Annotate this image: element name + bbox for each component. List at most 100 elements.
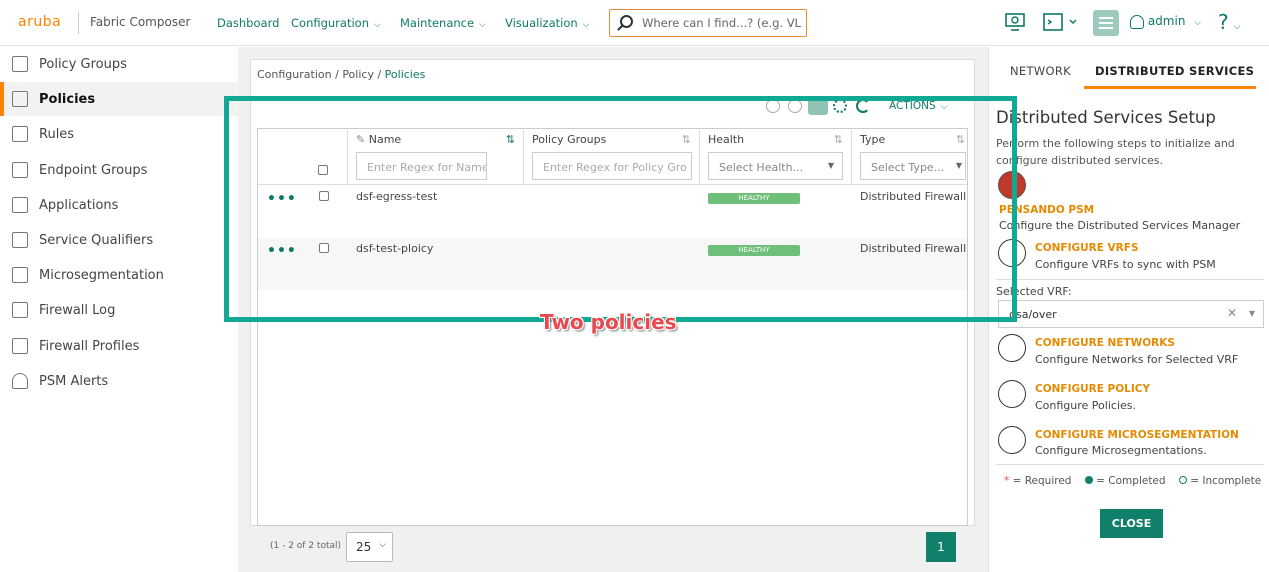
- firewall-log-icon: [12, 302, 28, 318]
- task-list-icon[interactable]: [1093, 10, 1119, 40]
- breadcrumb-policy[interactable]: Policy: [342, 68, 374, 81]
- page-size-select[interactable]: 25 ⌵: [346, 532, 393, 562]
- nav-dashboard-label: Dashboard: [217, 16, 280, 30]
- step-desc: Configure Networks for Selected VRF: [1035, 353, 1239, 366]
- user-icon: [1130, 14, 1144, 29]
- highlight-box: [224, 96, 1017, 322]
- active-tab-indicator: [1084, 86, 1256, 89]
- step-desc: Configure Policies.: [1035, 399, 1136, 412]
- status-legend: * = Required = Completed = Incomplete: [1004, 475, 1261, 487]
- legend-required: = Required: [1012, 475, 1072, 487]
- sidebar-item-label: Service Qualifiers: [39, 233, 154, 248]
- chevron-down-icon: ⌵: [379, 540, 386, 550]
- sidebar: Policy Groups Policies Rules Endpoint Gr…: [0, 47, 238, 572]
- required-marker: *: [1004, 475, 1010, 487]
- chevron-down-icon: ⌵: [1194, 18, 1202, 28]
- step-desc: Configure the Distributed Services Manag…: [999, 219, 1241, 232]
- policies-icon: [12, 91, 28, 107]
- sidebar-item-label: Firewall Profiles: [39, 339, 140, 354]
- chevron-down-icon: ⌵: [1233, 22, 1241, 32]
- nav-dashboard[interactable]: Dashboard: [217, 16, 279, 30]
- rules-icon: [12, 126, 28, 142]
- tab-network[interactable]: NETWORK: [1010, 64, 1071, 78]
- sidebar-item-psm-alerts[interactable]: PSM Alerts: [0, 364, 238, 398]
- chevron-down-icon: ⌵: [479, 20, 486, 30]
- panel-title: Distributed Services Setup: [996, 108, 1216, 127]
- chevron-down-icon: ⌵: [374, 20, 381, 30]
- microsegmentation-icon: [998, 426, 1026, 454]
- sidebar-item-endpoint-groups[interactable]: Endpoint Groups: [0, 153, 238, 187]
- policy-document-icon: [998, 380, 1026, 408]
- sidebar-item-label: Endpoint Groups: [39, 163, 148, 178]
- step-title-configure-microsegmentation[interactable]: CONFIGURE MICROSEGMENTATION: [1035, 429, 1239, 441]
- breadcrumb: Configuration / Policy / Policies: [257, 68, 425, 81]
- step-desc: Configure Microsegmentations.: [1035, 444, 1207, 457]
- search-placeholder: Where can I find...? (e.g. VL: [642, 16, 801, 30]
- pagination-summary: (1 - 2 of 2 total): [270, 541, 342, 551]
- nav-maintenance[interactable]: Maintenance ⌵: [400, 16, 486, 30]
- divider: [78, 12, 79, 34]
- sidebar-item-policies[interactable]: Policies: [0, 82, 238, 116]
- tab-distributed-services[interactable]: DISTRIBUTED SERVICES: [1095, 64, 1254, 78]
- page-button[interactable]: 1: [926, 532, 956, 562]
- sidebar-item-label: PSM Alerts: [39, 374, 109, 389]
- user-menu[interactable]: admin ⌵: [1130, 14, 1201, 29]
- nav-configuration-label: Configuration: [291, 16, 369, 30]
- legend-completed: = Completed: [1096, 475, 1166, 487]
- sidebar-item-label: Rules: [39, 127, 75, 142]
- terminal-icon[interactable]: [1043, 12, 1079, 36]
- step-title-configure-policy[interactable]: CONFIGURE POLICY: [1035, 383, 1150, 395]
- close-button[interactable]: CLOSE: [1100, 509, 1163, 538]
- policy-groups-icon: [12, 56, 28, 72]
- divider: [996, 464, 1264, 465]
- breadcrumb-separator: /: [373, 68, 385, 81]
- vrf-select[interactable]: dsa/over ✕ ▼: [998, 300, 1264, 328]
- applications-icon: [12, 197, 28, 213]
- user-name: admin: [1147, 14, 1186, 28]
- step-desc: Configure VRFs to sync with PSM: [1035, 258, 1216, 271]
- microsegmentation-icon: [12, 267, 28, 283]
- nav-configuration[interactable]: Configuration ⌵: [291, 16, 381, 30]
- help-icon: ?: [1218, 10, 1229, 34]
- page-size-value: 25: [356, 540, 372, 554]
- clear-icon[interactable]: ✕: [1227, 306, 1237, 320]
- panel-description: Perform the following steps to initializ…: [996, 137, 1235, 167]
- service-qualifiers-icon: [12, 232, 28, 248]
- step-title-configure-networks[interactable]: CONFIGURE NETWORKS: [1035, 337, 1175, 349]
- search-icon: [620, 15, 633, 28]
- sidebar-item-label: Applications: [39, 198, 119, 213]
- sidebar-item-firewall-profiles[interactable]: Firewall Profiles: [0, 329, 238, 363]
- sidebar-item-rules[interactable]: Rules: [0, 117, 238, 151]
- help-menu[interactable]: ? ⌵: [1218, 10, 1240, 34]
- incomplete-dot-icon: [1178, 476, 1187, 484]
- app-name: Fabric Composer: [90, 15, 191, 29]
- step-title-configure-vrfs[interactable]: CONFIGURE VRFS: [1035, 242, 1139, 254]
- sidebar-item-applications[interactable]: Applications: [0, 188, 238, 222]
- firewall-profiles-icon: [12, 338, 28, 354]
- nav-visualization[interactable]: Visualization ⌵: [505, 16, 589, 30]
- sidebar-item-microsegmentation[interactable]: Microsegmentation: [0, 258, 238, 292]
- bell-icon: [12, 373, 28, 389]
- completed-dot-icon: [1084, 476, 1093, 484]
- caret-down-icon: ▼: [1248, 309, 1255, 318]
- search-input[interactable]: Where can I find...? (e.g. VL: [609, 9, 807, 37]
- nav-visualization-label: Visualization: [505, 16, 578, 30]
- dashboard-monitor-icon[interactable]: [1005, 12, 1025, 36]
- breadcrumb-separator: /: [331, 68, 343, 81]
- top-bar: aruba Fabric Composer Dashboard Configur…: [0, 0, 1269, 46]
- sidebar-item-label: Policy Groups: [39, 57, 127, 72]
- sidebar-item-policy-groups[interactable]: Policy Groups: [0, 47, 238, 81]
- endpoint-groups-icon: [12, 162, 28, 178]
- chevron-down-icon: ⌵: [582, 20, 590, 30]
- networks-icon: [998, 334, 1026, 362]
- breadcrumb-policies: Policies: [384, 68, 426, 81]
- annotation-label: Two policies: [540, 310, 677, 334]
- sidebar-item-firewall-log[interactable]: Firewall Log: [0, 293, 238, 327]
- legend-incomplete: = Incomplete: [1190, 475, 1262, 487]
- sidebar-item-label: Policies: [39, 92, 96, 107]
- nav-maintenance-label: Maintenance: [400, 16, 475, 30]
- aruba-logo[interactable]: aruba: [18, 14, 61, 30]
- sidebar-item-service-qualifiers[interactable]: Service Qualifiers: [0, 223, 238, 257]
- sidebar-item-label: Microsegmentation: [39, 268, 164, 283]
- breadcrumb-configuration[interactable]: Configuration: [257, 68, 332, 81]
